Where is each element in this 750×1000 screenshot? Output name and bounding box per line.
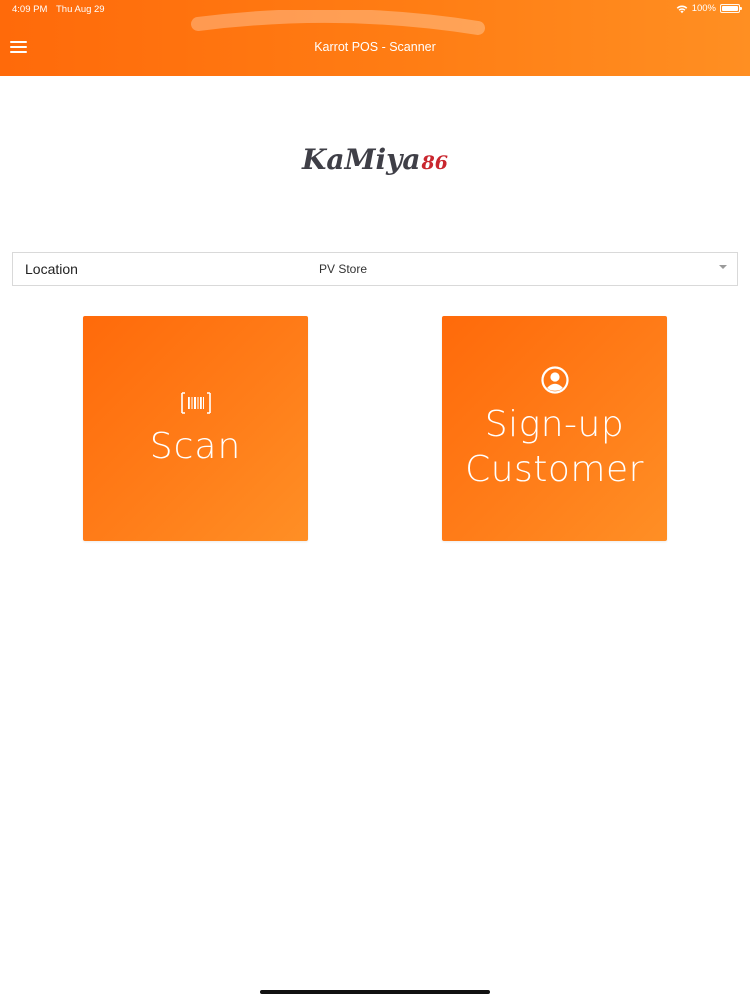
- location-value: PV Store: [319, 262, 368, 276]
- chevron-down-icon: [719, 265, 727, 269]
- location-select[interactable]: Location PV Store: [12, 252, 738, 286]
- page-title: Karrot POS - Scanner: [314, 40, 436, 54]
- top-bar: 4:09 PM Thu Aug 29 100% Karrot POS - Sca…: [0, 0, 750, 76]
- status-time: 4:09 PM: [12, 4, 48, 15]
- sign-up-customer-button[interactable]: Sign-up Customer: [442, 316, 667, 541]
- sign-up-label-line1: Sign-up: [484, 404, 625, 445]
- status-right: 100%: [676, 3, 742, 14]
- battery-percent: 100%: [691, 3, 716, 14]
- status-date: Thu Aug 29: [56, 4, 105, 15]
- scan-button[interactable]: Scan: [83, 316, 308, 541]
- sign-up-label-line2: Customer: [465, 449, 644, 490]
- location-label: Location: [25, 261, 78, 277]
- barcode-icon: [180, 392, 211, 414]
- brand-logo: KaMiya86: [0, 143, 750, 187]
- scan-label: Scan: [149, 426, 242, 467]
- battery-icon: [720, 4, 742, 13]
- scanner-screen: 4:09 PM Thu Aug 29 100% Karrot POS - Sca…: [0, 0, 750, 1000]
- logo-number: 86: [421, 152, 448, 174]
- wifi-icon: [676, 5, 687, 13]
- sign-up-label: Sign-up Customer: [442, 402, 667, 492]
- header-decoration: [191, 10, 485, 35]
- logo-text: KaMiya: [302, 143, 421, 176]
- user-circle-icon: [540, 366, 569, 394]
- home-indicator: [260, 990, 490, 994]
